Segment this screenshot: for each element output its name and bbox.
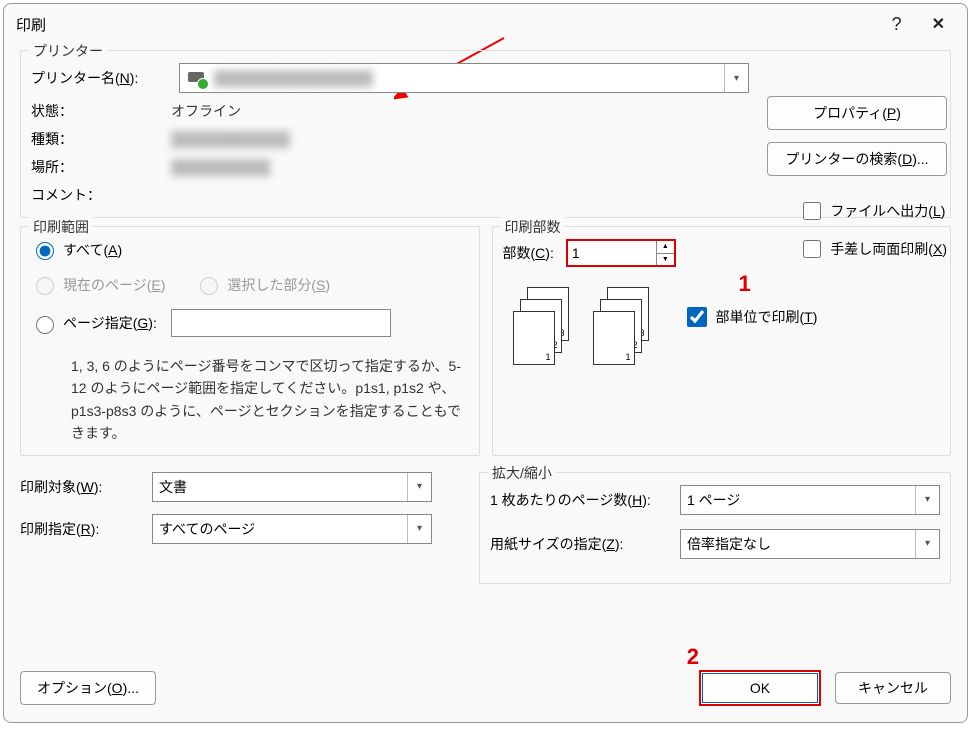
pages-input[interactable] xyxy=(171,309,391,337)
chevron-down-icon[interactable]: ▾ xyxy=(915,486,939,514)
printer-group-title: プリンター xyxy=(29,41,107,61)
chevron-down-icon[interactable]: ▾ xyxy=(407,473,431,501)
printer-name-select[interactable]: ████████████████ ▾ xyxy=(179,63,749,93)
copies-label: 部数(C): xyxy=(503,243,554,263)
chevron-down-icon[interactable]: ▾ xyxy=(724,64,748,92)
printer-name-value: ████████████████ xyxy=(214,70,373,86)
print-what-select[interactable]: 文書 ▾ xyxy=(152,472,432,502)
ok-button[interactable]: OK xyxy=(699,670,821,706)
copies-group: 印刷部数 部数(C): 1 ▲ ▼ 1 xyxy=(492,226,952,456)
collate-checkbox[interactable]: 部単位で印刷(T) xyxy=(683,304,818,330)
print-range-group: 印刷範囲 すべて(A) 現在のページ(E) 選択した部分(S) xyxy=(20,226,480,456)
annotation-1: 1 xyxy=(739,271,751,297)
chevron-down-icon[interactable]: ▾ xyxy=(407,515,431,543)
annotation-2: 2 xyxy=(687,644,699,670)
pages-hint: 1, 3, 6 のようにページ番号をコンマで区切って指定するか、5-12 のよう… xyxy=(31,351,469,445)
spinner-down-icon[interactable]: ▼ xyxy=(657,254,674,266)
scale-to-paper-label: 用紙サイズの指定(Z): xyxy=(490,534,680,554)
chevron-down-icon[interactable]: ▾ xyxy=(915,530,939,558)
scale-to-paper-select[interactable]: 倍率指定なし ▾ xyxy=(680,529,940,559)
range-current-radio[interactable]: 現在のページ(E) xyxy=(31,274,165,295)
status-label: 状態： xyxy=(31,101,171,121)
range-group-title: 印刷範囲 xyxy=(29,217,93,237)
zoom-group: 拡大/縮小 1 枚あたりのページ数(H): 1 ページ ▾ 用紙サイズの指定(Z… xyxy=(479,472,951,584)
properties-button[interactable]: プロパティ(P) xyxy=(767,96,947,130)
location-label: 場所： xyxy=(31,157,171,177)
titlebar: 印刷 ? ✕ xyxy=(4,4,967,44)
spinner-up-icon[interactable]: ▲ xyxy=(657,241,674,254)
range-all-radio[interactable]: すべて(A) xyxy=(31,239,122,260)
pages-per-sheet-select[interactable]: 1 ページ ▾ xyxy=(680,485,940,515)
print-spec-label: 印刷指定(R): xyxy=(20,519,140,539)
pages-per-sheet-label: 1 枚あたりのページ数(H): xyxy=(490,490,680,510)
close-icon[interactable]: ✕ xyxy=(932,14,945,34)
printer-name-label: プリンター名(N): xyxy=(31,68,171,88)
print-dialog: 印刷 ? ✕ プリンター プリンター名(N): ████████████████… xyxy=(3,3,968,723)
print-spec-select[interactable]: すべてのページ ▾ xyxy=(152,514,432,544)
collate-illustration: 3 2 1 3 2 1 xyxy=(513,287,653,367)
help-icon[interactable]: ? xyxy=(892,14,902,35)
zoom-group-title: 拡大/縮小 xyxy=(488,463,556,483)
print-what-label: 印刷対象(W): xyxy=(20,477,140,497)
options-button[interactable]: オプション(O)... xyxy=(20,671,156,705)
dialog-title: 印刷 xyxy=(16,14,892,35)
printer-icon xyxy=(186,68,208,88)
copies-value: 1 xyxy=(572,245,580,261)
copies-spinner[interactable]: 1 ▲ ▼ xyxy=(566,239,676,267)
file-output-checkbox[interactable]: ファイルへ出力(L) xyxy=(799,199,947,223)
copies-group-title: 印刷部数 xyxy=(501,217,565,237)
range-selection-radio[interactable]: 選択した部分(S) xyxy=(195,274,330,295)
cancel-button[interactable]: キャンセル xyxy=(835,672,951,704)
find-printer-button[interactable]: プリンターの検索(D)... xyxy=(767,142,947,176)
comment-label: コメント： xyxy=(31,185,171,205)
type-label: 種類： xyxy=(31,129,171,149)
range-pages-radio[interactable]: ページ指定(G): xyxy=(31,309,469,337)
